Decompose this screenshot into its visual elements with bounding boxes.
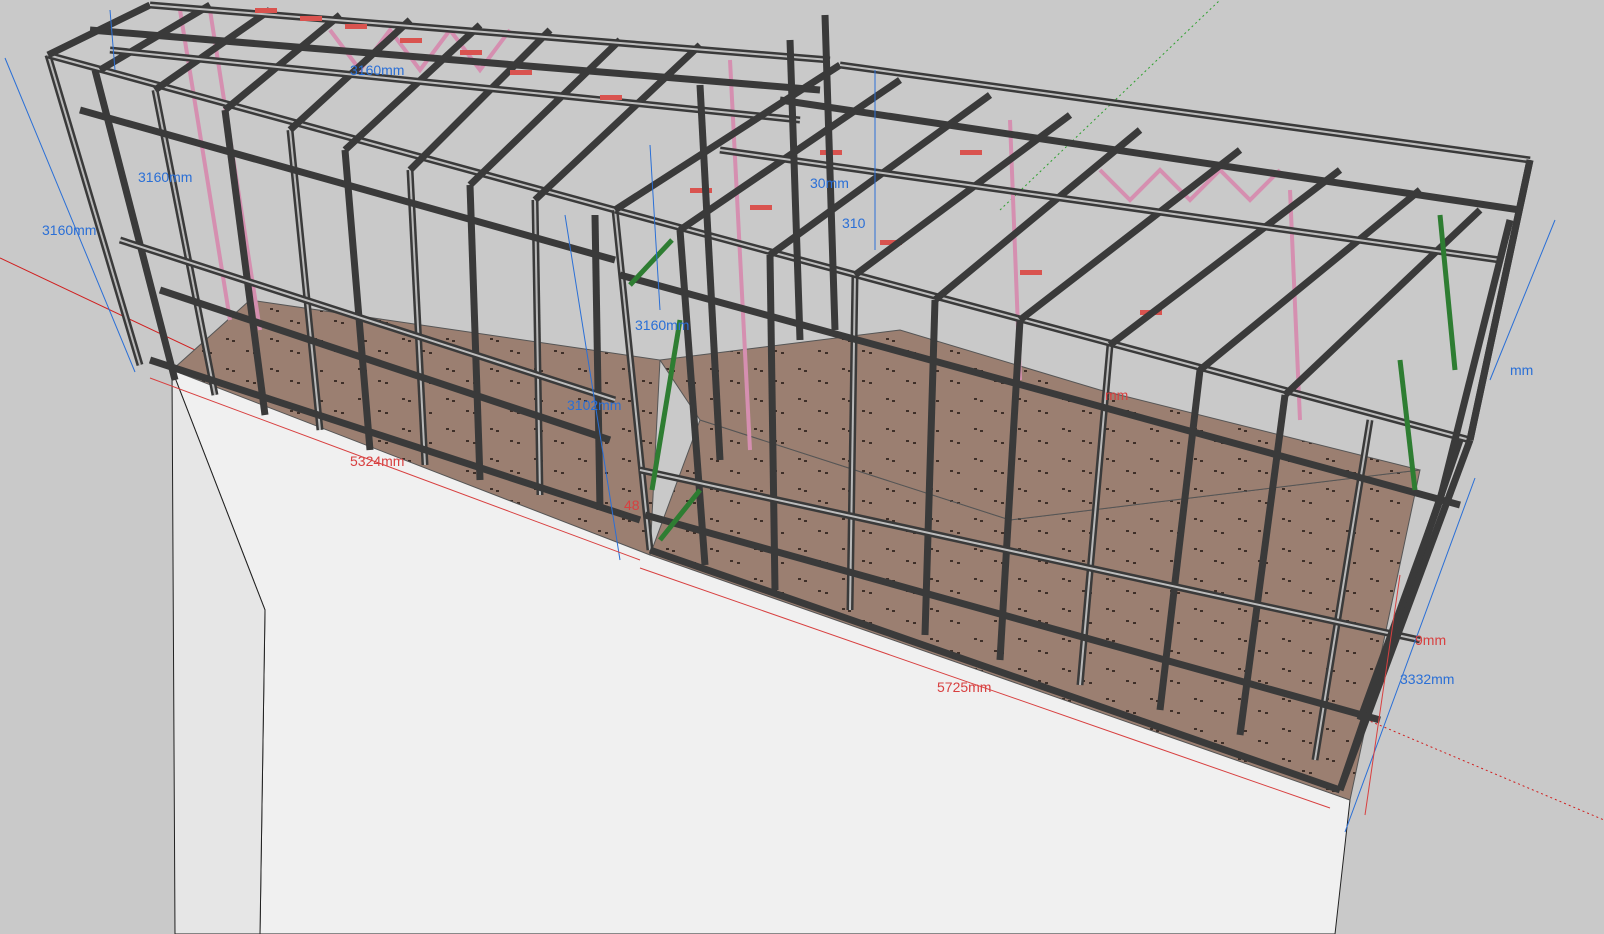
dim-top-left: 3160mm — [350, 62, 404, 78]
dim-left-height: 3160mm — [42, 222, 96, 238]
dim-right-edge: mm — [1510, 362, 1533, 378]
dim-center-small: 310 — [842, 215, 866, 231]
model-canvas[interactable]: 3160mm 3160mm 3160mm 3160mm 3102mm 30mm … — [0, 0, 1604, 934]
dim-right-small: 9mm — [1415, 632, 1446, 648]
dim-left-inner-height: 3160mm — [138, 169, 192, 185]
dim-center-height-b: 3102mm — [567, 397, 621, 413]
dim-left-length: 5324mm — [350, 453, 404, 469]
dim-left-small-red: 48 — [624, 497, 640, 513]
dim-right-height: 3332mm — [1400, 671, 1454, 687]
sketchup-viewport[interactable]: 3160mm 3160mm 3160mm 3160mm 3102mm 30mm … — [0, 0, 1604, 934]
dim-center-red: mm — [1105, 387, 1128, 403]
dim-center-top: 30mm — [810, 175, 849, 191]
dim-center-height-a: 3160mm — [635, 317, 689, 333]
dim-right-length: 5725mm — [937, 679, 991, 695]
